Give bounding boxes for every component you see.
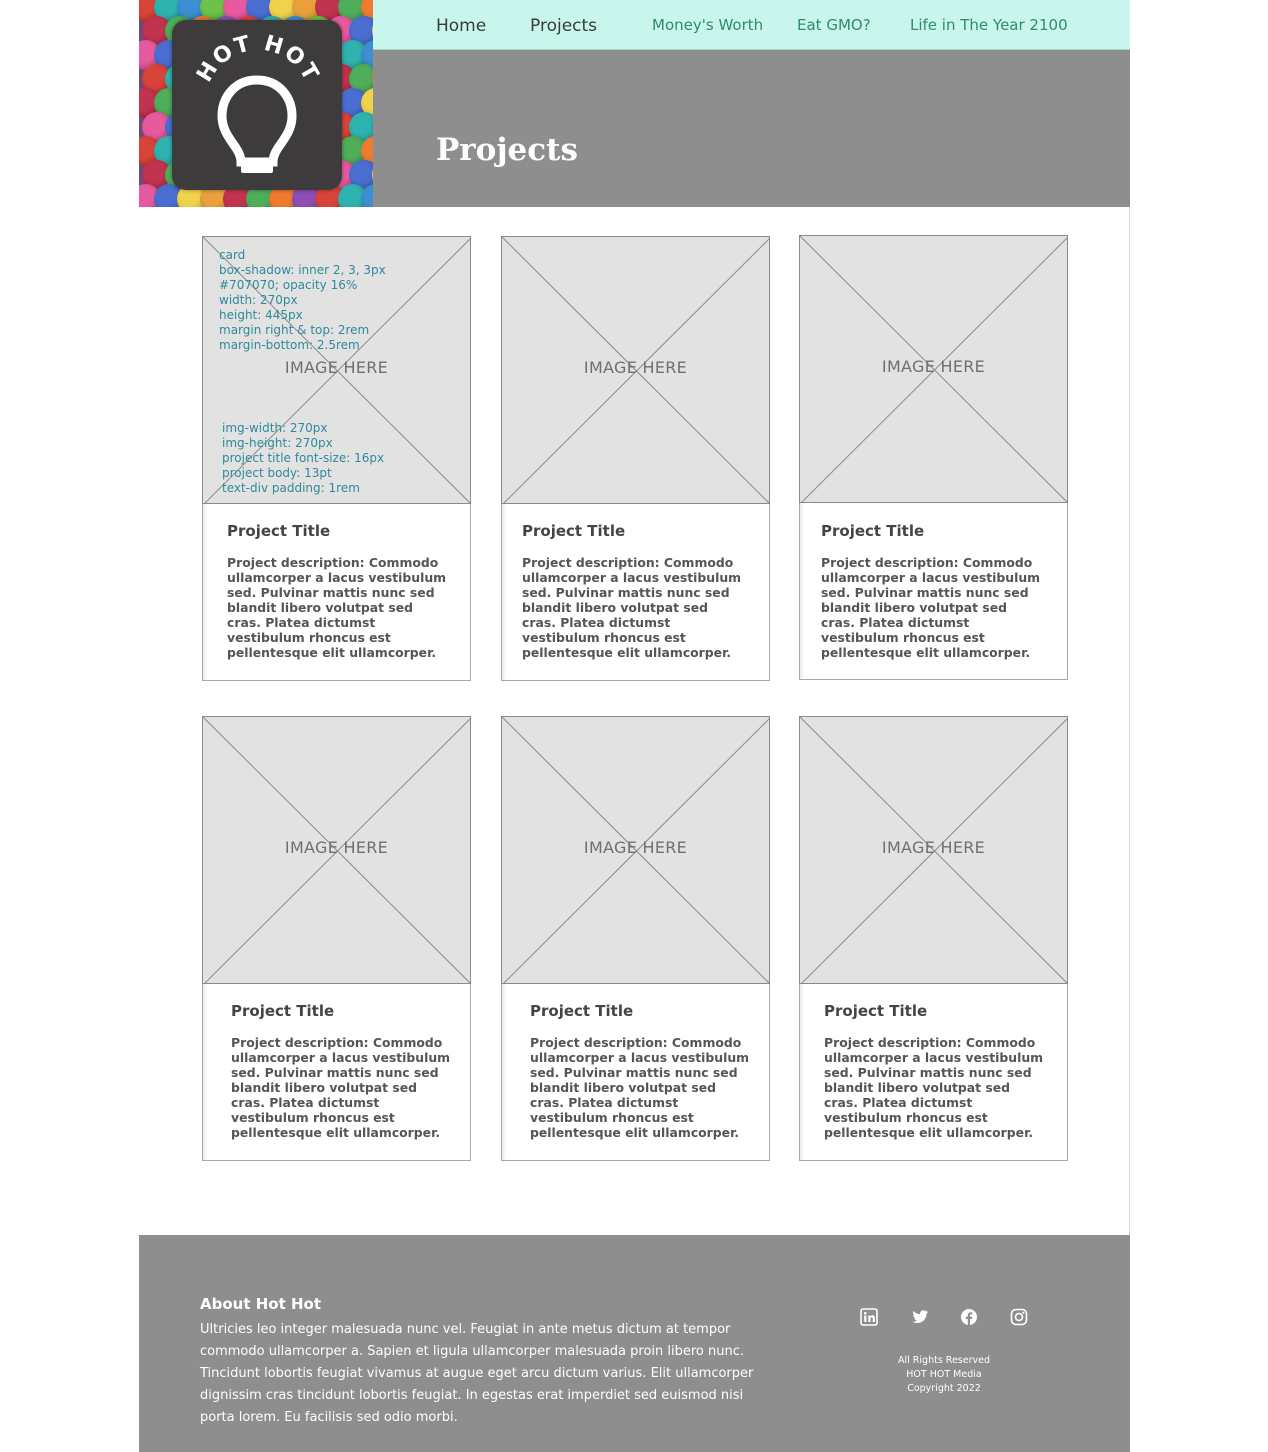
linkedin-icon[interactable] [860,1308,880,1328]
project-image-placeholder: IMAGE HERE [799,716,1068,984]
nav-life-in-2100[interactable]: Life in The Year 2100 [910,16,1068,34]
project-title: Project Title [231,1002,335,1020]
lightbulb-icon: HOT HOT [192,31,322,173]
project-title: Project Title [227,522,331,540]
instagram-icon[interactable] [1010,1308,1030,1328]
project-card[interactable]: IMAGE HERE Project Title Project descrip… [501,236,770,681]
facebook-icon[interactable] [960,1308,980,1328]
project-image-placeholder: IMAGE HERE [501,236,770,504]
nav-home[interactable]: Home [436,16,486,36]
project-title: Project Title [821,522,925,540]
project-image-placeholder: IMAGE HERE [501,716,770,984]
project-description: Project description: Commodo ullamcorper… [231,1035,451,1140]
project-description: Project description: Commodo ullamcorper… [824,1035,1044,1140]
nav-eat-gmo[interactable]: Eat GMO? [797,16,871,34]
legal-line: HOT HOT Media [906,1369,982,1380]
project-description: Project description: Commodo ullamcorper… [522,555,742,660]
project-card[interactable]: IMAGE HERE Project Title Project descrip… [799,716,1068,1161]
nav-moneys-worth[interactable]: Money's Worth [652,16,763,34]
legal-notice: All Rights Reserved HOT HOT Media Copyri… [884,1354,1004,1396]
nav-projects[interactable]: Projects [530,16,597,36]
image-label: IMAGE HERE [881,357,986,376]
top-nav: Home Projects Money's Worth Eat GMO? Lif… [373,0,1130,50]
image-label: IMAGE HERE [881,838,986,857]
logo-panel: HOT HOT [139,0,373,207]
legal-line: All Rights Reserved [898,1355,990,1366]
page-title: Projects [436,132,578,168]
image-label: IMAGE HERE [284,358,389,377]
image-label: IMAGE HERE [583,358,688,377]
project-title: Project Title [530,1002,634,1020]
project-image-placeholder: IMAGE HERE [202,716,471,984]
page: HOT HOT Home Projects Money's Worth Eat … [139,0,1130,1452]
logo[interactable]: HOT HOT [172,20,342,190]
twitter-icon[interactable] [911,1308,931,1328]
card-spec-annotation: card box-shadow: inner 2, 3, 3px #707070… [219,248,386,352]
project-card[interactable]: IMAGE HERE Project Title Project descrip… [799,235,1068,680]
project-title: Project Title [522,522,626,540]
image-label: IMAGE HERE [284,838,389,857]
legal-line: Copyright 2022 [907,1383,981,1394]
project-description: Project description: Commodo ullamcorper… [821,555,1041,660]
hero-banner: Projects [373,50,1130,207]
image-spec-annotation: img-width: 270px img-height: 270px proje… [222,421,385,495]
project-description: Project description: Commodo ullamcorper… [530,1035,750,1140]
image-label: IMAGE HERE [583,838,688,857]
about-title: About Hot Hot [200,1295,322,1313]
about-body: Ultricies leo integer malesuada nunc vel… [200,1322,754,1425]
project-image-placeholder: IMAGE HERE [799,235,1068,503]
project-description: Project description: Commodo ullamcorper… [227,555,447,660]
project-title: Project Title [824,1002,928,1020]
footer: About Hot Hot Ultricies leo integer male… [139,1235,1130,1452]
project-card[interactable]: IMAGE HERE Project Title Project descrip… [202,716,471,1161]
project-card[interactable]: IMAGE HERE Project Title Project descrip… [501,716,770,1161]
